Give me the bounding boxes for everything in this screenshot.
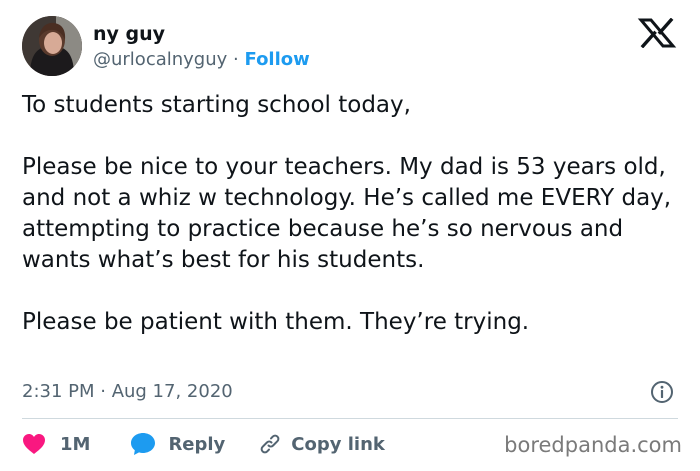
avatar-image xyxy=(22,16,82,76)
action-bar: 1M Reply Copy link xyxy=(22,428,385,460)
meta-separator: · xyxy=(233,49,239,70)
watermark: boredpanda.com xyxy=(504,433,682,457)
author-handle[interactable]: @urlocalnyguy xyxy=(93,49,227,70)
heart-icon xyxy=(23,434,45,454)
author-meta: @urlocalnyguy · Follow xyxy=(93,47,310,73)
like-count: 1M xyxy=(60,433,91,455)
tweet-paragraph: To students starting school today, xyxy=(22,92,411,118)
tweet-timestamp[interactable]: 2:31 PM · Aug 17, 2020 xyxy=(22,380,233,404)
info-icon[interactable] xyxy=(650,380,674,404)
follow-button[interactable]: Follow xyxy=(245,49,310,70)
x-logo-icon[interactable] xyxy=(637,17,677,49)
reply-label: Reply xyxy=(168,433,226,455)
speech-bubble-icon xyxy=(131,433,156,455)
copy-link-button[interactable]: Copy link xyxy=(259,433,385,455)
tweet-text: To students starting school today, Pleas… xyxy=(22,90,682,338)
like-button[interactable]: 1M xyxy=(22,433,90,455)
tweet-card: ny guy @urlocalnyguy · Follow To student… xyxy=(0,0,700,471)
tweet-paragraph: Please be nice to your teachers. My dad … xyxy=(22,154,672,273)
avatar[interactable] xyxy=(22,16,82,76)
link-icon xyxy=(260,434,280,454)
reply-button[interactable]: Reply xyxy=(130,432,225,456)
author-block: ny guy @urlocalnyguy · Follow xyxy=(93,22,310,73)
tweet-paragraph: Please be patient with them. They’re try… xyxy=(22,309,530,335)
copy-link-label: Copy link xyxy=(291,433,385,455)
author-name[interactable]: ny guy xyxy=(93,22,310,46)
divider xyxy=(22,418,678,419)
